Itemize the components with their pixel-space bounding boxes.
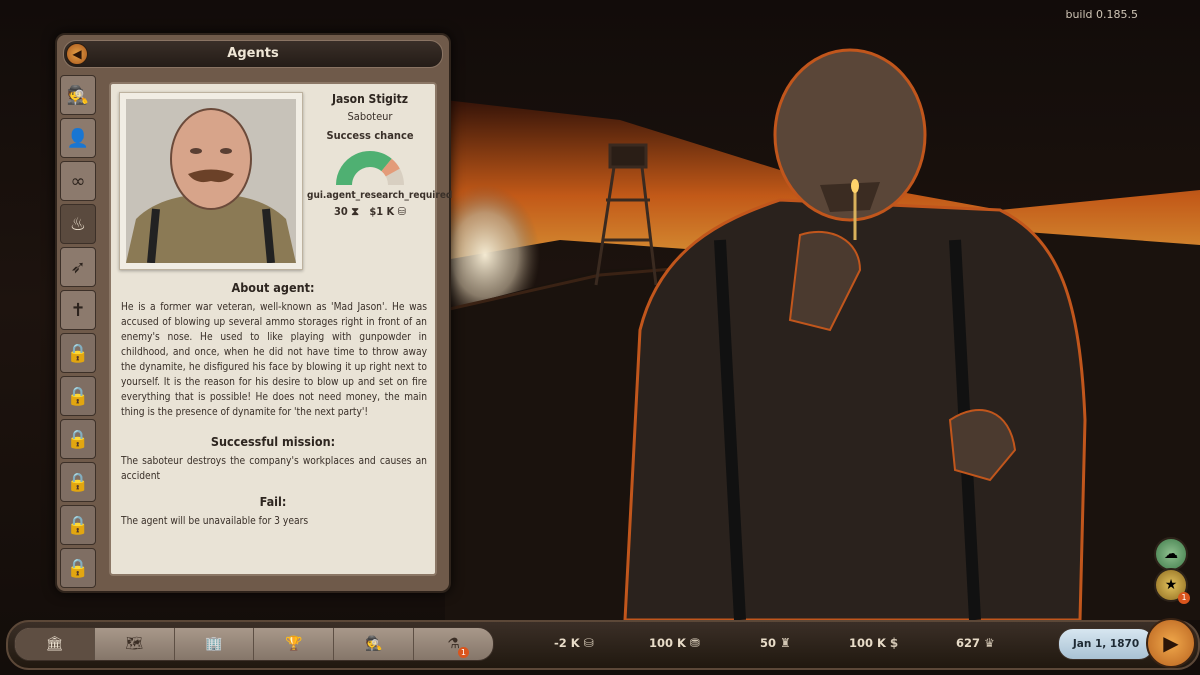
- research-required: gui.agent_research_required: [307, 190, 453, 201]
- trophy-icon: 🏆: [285, 636, 303, 652]
- agents-panel: ◀ Agents 🕵 👤 ∞ ♨ ➶ ✝ 🔒 🔒 🔒 🔒 🔒 🔒 Jason S…: [55, 33, 453, 593]
- bottom-bar: 🏛 🗺 🏢 🏆 🕵 ⚗ 1 -2 K ⛁ 100 K ⛃ 50 ♜ 100 K $ 62…: [6, 618, 1200, 670]
- stat-hats: 50 ♜: [760, 636, 791, 650]
- about-text: He is a former war veteran, well-known a…: [121, 302, 427, 418]
- nav-agents[interactable]: 🕵: [334, 628, 415, 660]
- stat-coins: 100 K ⛃: [649, 636, 700, 650]
- crown-icon: ♛: [984, 636, 995, 650]
- fail-text: The agent will be unavailable for 3 year…: [121, 516, 309, 527]
- prestige-value: 627: [956, 636, 981, 650]
- tab-spy[interactable]: 🕵: [60, 75, 96, 115]
- detective-icon: 👤: [66, 127, 90, 149]
- runner-icon: ➶: [70, 256, 86, 278]
- success-text: The saboteur destroys the company's work…: [121, 456, 427, 482]
- lock-icon: 🔒: [66, 557, 90, 579]
- tab-locked-6[interactable]: 🔒: [60, 548, 96, 588]
- money-bag-icon: ⛁: [583, 636, 594, 650]
- nav-map[interactable]: 🗺: [95, 628, 175, 660]
- agent-portrait: [126, 99, 296, 263]
- building-icon: 🏢: [205, 636, 223, 652]
- coins-icon: ⛃: [689, 636, 700, 650]
- nav-notification-badge: 1: [457, 647, 469, 658]
- lock-icon: 🔒: [66, 514, 90, 536]
- agent-icon: 🕵: [365, 636, 383, 652]
- agent-role: Saboteur: [347, 110, 393, 123]
- lock-icon: 🔒: [66, 385, 90, 407]
- top-hat-icon: ♜: [780, 636, 791, 650]
- mission-cost: 30 ⧗ $1 K ⛁: [307, 205, 433, 219]
- tab-binoculars[interactable]: ∞: [60, 161, 96, 201]
- nav-bank[interactable]: 🏛: [15, 628, 95, 660]
- fail-heading: Fail:: [259, 494, 287, 509]
- dollars-value: 100 K: [849, 636, 886, 650]
- dollar-icon: $: [889, 636, 899, 650]
- tab-locked-3[interactable]: 🔒: [60, 419, 96, 459]
- stat-dollars: 100 K $: [849, 636, 898, 650]
- hourglass-icon: ⧗: [351, 205, 359, 218]
- fire-icon: ♨: [69, 213, 87, 235]
- bank-icon: 🏛: [45, 636, 64, 652]
- panel-title: Agents: [63, 40, 443, 68]
- money-cost: $1 K: [369, 205, 395, 218]
- coins-icon: ⛁: [397, 205, 406, 218]
- map-button[interactable]: ☁: [1154, 537, 1188, 571]
- agent-info: Jason Stigitz Saboteur Success chance gu…: [307, 92, 453, 219]
- main-navigation: 🏛 🗺 🏢 🏆 🕵 ⚗ 1: [14, 627, 494, 661]
- income-value: -2 K: [554, 636, 580, 650]
- tab-preacher[interactable]: ✝: [60, 290, 96, 330]
- binoculars-icon: ∞: [70, 170, 86, 192]
- success-chance-gauge: [336, 151, 404, 185]
- success-chance-label: Success chance: [326, 129, 414, 142]
- stat-income: -2 K ⛁: [554, 636, 594, 650]
- spy-icon: 🕵: [66, 84, 90, 106]
- time-cost: 30: [334, 205, 348, 218]
- achievements-button[interactable]: ★ 1: [1154, 568, 1190, 604]
- agent-name: Jason Stigitz: [331, 92, 409, 106]
- tab-locked-2[interactable]: 🔒: [60, 376, 96, 416]
- agent-tabs: 🕵 👤 ∞ ♨ ➶ ✝ 🔒 🔒 🔒 🔒 🔒 🔒: [60, 75, 96, 591]
- globe-icon: ☁: [1164, 546, 1178, 562]
- nav-research[interactable]: ⚗ 1: [414, 628, 493, 660]
- lock-icon: 🔒: [66, 471, 90, 493]
- stat-prestige: 627 ♛: [956, 636, 995, 650]
- lock-icon: 🔒: [66, 428, 90, 450]
- star-icon: ★: [1164, 577, 1178, 593]
- play-icon: ▶: [1163, 631, 1179, 655]
- tab-detective[interactable]: 👤: [60, 118, 96, 158]
- nav-trophies[interactable]: 🏆: [254, 628, 335, 660]
- notification-badge: 1: [1178, 592, 1190, 604]
- back-arrow-icon[interactable]: ◀: [66, 43, 88, 65]
- hats-value: 50: [760, 636, 777, 650]
- portrait-frame: [119, 92, 303, 270]
- bible-icon: ✝: [70, 299, 86, 321]
- play-button[interactable]: ▶: [1146, 618, 1196, 668]
- game-date: Jan 1, 1870: [1058, 628, 1154, 660]
- about-heading: About agent:: [231, 280, 315, 295]
- map-icon: 🗺: [125, 636, 144, 652]
- agent-details: Jason Stigitz Saboteur Success chance gu…: [109, 82, 453, 576]
- tab-locked-4[interactable]: 🔒: [60, 462, 96, 502]
- success-heading: Successful mission:: [210, 434, 336, 449]
- tab-thief[interactable]: ➶: [60, 247, 96, 287]
- tab-locked-5[interactable]: 🔒: [60, 505, 96, 545]
- tab-locked-1[interactable]: 🔒: [60, 333, 96, 373]
- nav-government[interactable]: 🏢: [175, 628, 255, 660]
- lock-icon: 🔒: [66, 342, 90, 364]
- coins-value: 100 K: [649, 636, 686, 650]
- build-version: build 0.185.5: [1065, 8, 1138, 21]
- tab-saboteur[interactable]: ♨: [60, 204, 96, 244]
